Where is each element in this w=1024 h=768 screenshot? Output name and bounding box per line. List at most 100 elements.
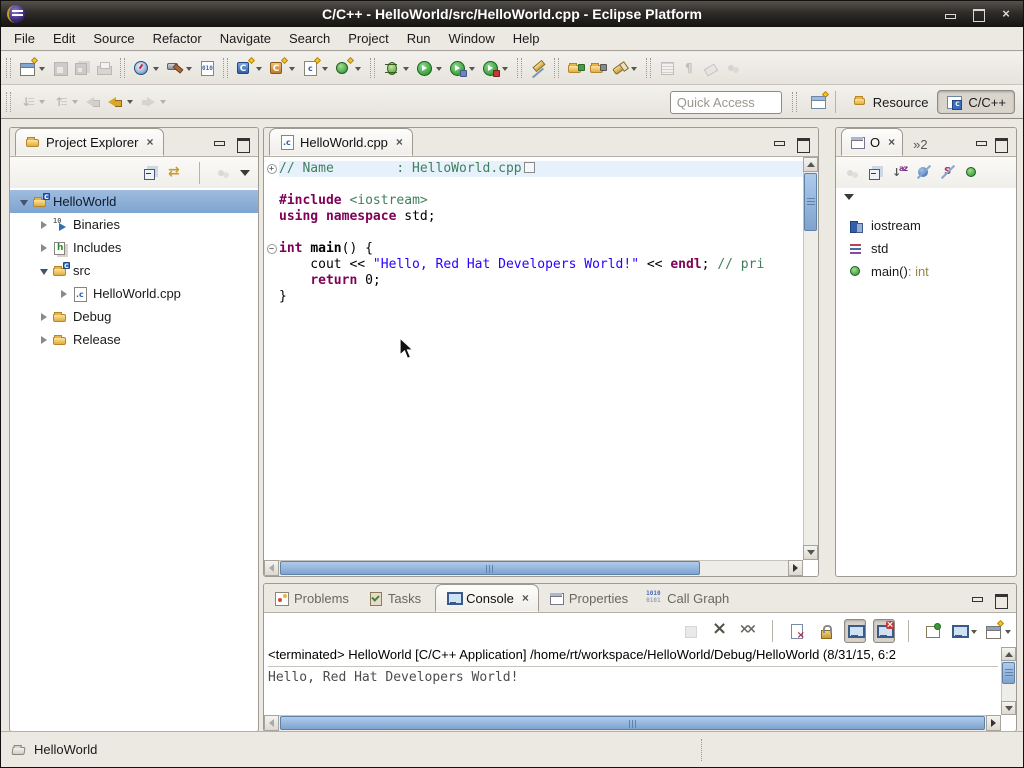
next-annotation-button[interactable] <box>16 89 49 115</box>
scroll-up-button[interactable] <box>803 157 818 172</box>
code-line-1[interactable]: // Name : HelloWorld.cpp <box>279 161 803 177</box>
code-line-5[interactable] <box>279 225 803 241</box>
menu-item-project[interactable]: Project <box>339 28 397 49</box>
editor-vscroll-thumb[interactable] <box>804 173 817 231</box>
window-minimize-button[interactable] <box>943 7 957 21</box>
new-cpp-class-button[interactable]: C <box>266 55 299 81</box>
close-icon[interactable]: × <box>522 591 529 605</box>
console-hscroll-thumb[interactable] <box>280 716 985 730</box>
new-c-project-button[interactable]: C <box>233 55 266 81</box>
new-source-file-button[interactable] <box>299 55 332 81</box>
scroll-lock-button[interactable] <box>815 619 837 643</box>
minimize-view-button[interactable] <box>975 138 987 150</box>
close-icon[interactable]: × <box>888 135 895 149</box>
new-make-target-button[interactable] <box>332 55 365 81</box>
code-line-4[interactable]: using namespace std; <box>279 209 803 225</box>
terminate-button[interactable] <box>679 619 701 643</box>
tree-item-release[interactable]: Release <box>10 328 258 351</box>
outline-item-std[interactable]: std <box>836 237 1016 260</box>
tab-properties[interactable]: Properties <box>539 584 637 612</box>
block-selection-button[interactable] <box>656 55 678 81</box>
scroll-left-button[interactable] <box>264 715 279 731</box>
scroll-down-button[interactable] <box>1001 701 1016 715</box>
open-console-button[interactable] <box>985 619 1012 643</box>
perspective-cpp-button[interactable]: C/C++ <box>937 90 1015 114</box>
save-all-button[interactable] <box>71 55 93 81</box>
tab-outline[interactable]: O × <box>841 128 903 156</box>
code-line-3[interactable]: #include <iostream> <box>279 193 803 209</box>
menu-item-window[interactable]: Window <box>440 28 504 49</box>
search-button[interactable] <box>608 55 641 81</box>
tab-project-explorer[interactable]: Project Explorer × <box>15 128 164 156</box>
menu-item-edit[interactable]: Edit <box>44 28 84 49</box>
more-views-indicator[interactable]: »2 <box>913 137 927 156</box>
editor-hscroll-thumb[interactable] <box>280 561 700 575</box>
clear-console-button[interactable] <box>786 619 808 643</box>
menu-item-help[interactable]: Help <box>504 28 549 49</box>
tab-helloworld-cpp[interactable]: HelloWorld.cpp × <box>269 128 413 156</box>
print-button[interactable] <box>93 55 115 81</box>
remove-launch-button[interactable] <box>708 619 730 643</box>
collapse-all-icon[interactable] <box>868 165 884 181</box>
menu-item-navigate[interactable]: Navigate <box>211 28 280 49</box>
profile-button[interactable] <box>446 55 479 81</box>
open-element-button[interactable] <box>564 55 586 81</box>
show-stdout-button[interactable] <box>844 619 866 643</box>
mark-occurrences-button[interactable] <box>527 55 549 81</box>
tab-call-graph[interactable]: Call Graph <box>637 584 738 612</box>
tree-item-helloworld[interactable]: CHelloWorld <box>10 190 258 213</box>
hide-fields-icon[interactable] <box>916 165 932 181</box>
menu-item-file[interactable]: File <box>5 28 44 49</box>
tab-console[interactable]: Console× <box>435 584 539 612</box>
scroll-left-button[interactable] <box>264 560 279 576</box>
code-line-6[interactable]: int main() { <box>279 241 803 257</box>
remove-all-launches-button[interactable] <box>737 619 759 643</box>
menu-item-refactor[interactable]: Refactor <box>144 28 211 49</box>
scroll-right-button[interactable] <box>986 715 1001 731</box>
debug-config-button[interactable] <box>130 55 163 81</box>
expander-icon[interactable] <box>36 267 52 275</box>
maximize-view-button[interactable] <box>237 138 249 150</box>
display-console-button[interactable] <box>951 619 978 643</box>
tree-item-src[interactable]: Csrc <box>10 259 258 282</box>
expander-icon[interactable] <box>36 221 52 229</box>
tree-item-debug[interactable]: Debug <box>10 305 258 328</box>
sort-icon[interactable] <box>892 165 908 181</box>
previous-annotation-button[interactable] <box>49 89 82 115</box>
scroll-up-button[interactable] <box>1001 647 1016 661</box>
close-icon[interactable]: × <box>396 135 403 149</box>
last-edit-location-button[interactable] <box>82 89 104 115</box>
code-line-2[interactable] <box>279 177 803 193</box>
view-menu-icon[interactable] <box>844 194 854 205</box>
code-line-8[interactable]: return 0; <box>279 273 803 289</box>
tree-item-helloworld-cpp[interactable]: HelloWorld.cpp <box>10 282 258 305</box>
open-resource-button[interactable] <box>586 55 608 81</box>
new-wizard-button[interactable] <box>16 55 49 81</box>
minimize-view-button[interactable] <box>773 138 785 150</box>
binary-button[interactable] <box>196 55 218 81</box>
expander-icon[interactable] <box>16 198 32 206</box>
focus-icon[interactable] <box>844 165 860 181</box>
fold-expanded-icon[interactable]: − <box>267 244 277 254</box>
minimize-view-button[interactable] <box>213 138 225 150</box>
save-button[interactable] <box>49 55 71 81</box>
minimize-view-button[interactable] <box>971 594 983 606</box>
build-button[interactable] <box>163 55 196 81</box>
maximize-view-button[interactable] <box>995 138 1007 150</box>
external-tools-button[interactable] <box>479 55 512 81</box>
code-line-7[interactable]: cout << "Hello, Red Hat Developers World… <box>279 257 803 273</box>
tree-item-binaries[interactable]: Binaries <box>10 213 258 236</box>
show-whitespace-button[interactable] <box>678 55 700 81</box>
window-maximize-button[interactable] <box>971 7 985 21</box>
menu-item-search[interactable]: Search <box>280 28 339 49</box>
tab-problems[interactable]: Problems <box>264 584 358 612</box>
debug-button[interactable] <box>380 55 413 81</box>
code-line-9[interactable]: } <box>279 289 803 305</box>
back-button[interactable] <box>104 89 137 115</box>
format-button[interactable] <box>700 55 722 81</box>
maximize-view-button[interactable] <box>995 594 1007 606</box>
link-with-editor-icon[interactable] <box>168 165 184 181</box>
expander-icon[interactable] <box>36 313 52 321</box>
console-output[interactable]: Hello, Red Hat Developers World! <box>268 666 998 715</box>
pin-console-button[interactable] <box>922 619 944 643</box>
